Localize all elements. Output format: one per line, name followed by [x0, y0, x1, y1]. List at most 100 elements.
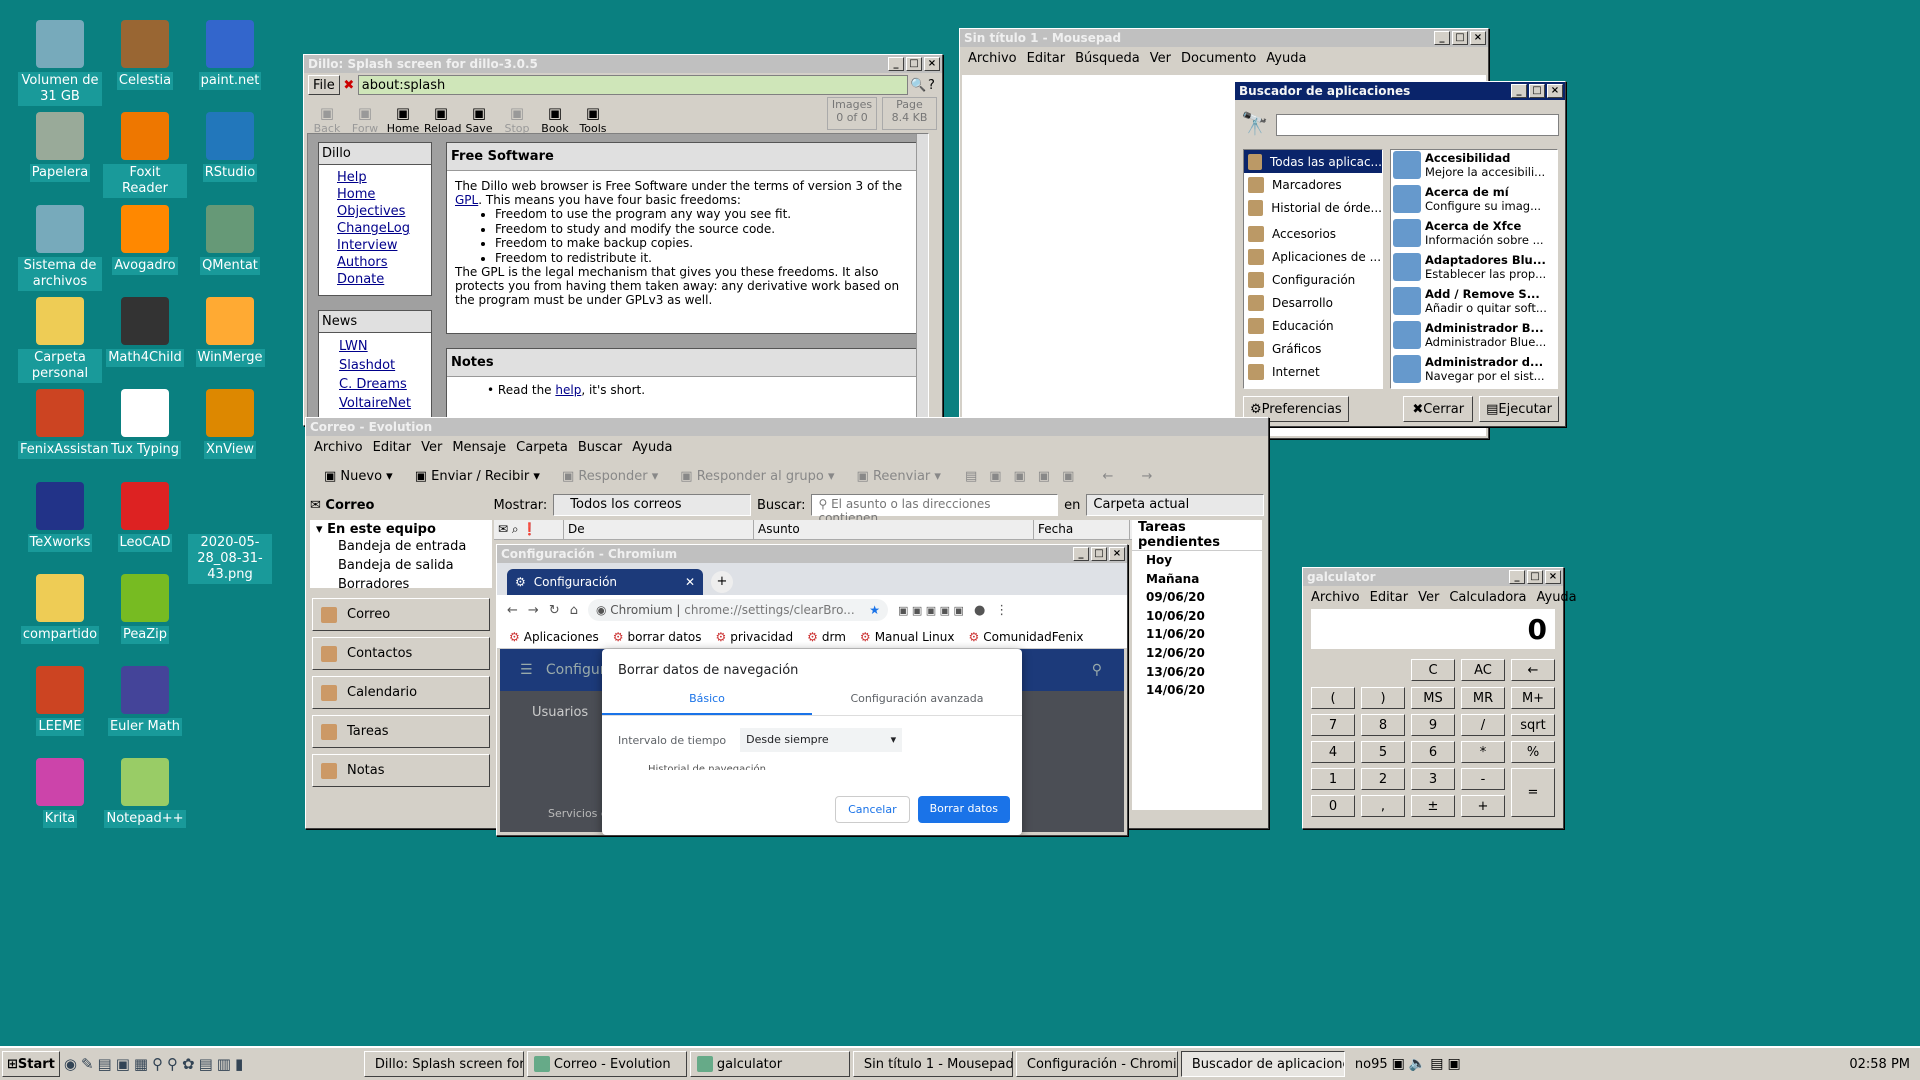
galculator-titlebar[interactable]: galculator _ □ ×	[1303, 568, 1563, 586]
task-group[interactable]: 10/06/20	[1146, 607, 1262, 626]
calc-key[interactable]: +	[1461, 795, 1505, 817]
desktop-icon[interactable]: paint.net	[188, 20, 272, 90]
minimize-button[interactable]: _	[1073, 547, 1089, 561]
desktop-icon[interactable]: Sistema de archivos	[18, 205, 102, 291]
folder-item[interactable]: Bandeja de salida	[338, 556, 486, 575]
calc-key[interactable]: 8	[1361, 714, 1405, 736]
calc-key[interactable]: *	[1461, 741, 1505, 763]
sidebar-link[interactable]: Interview	[337, 238, 397, 253]
close-finder-button[interactable]: ✖ Cerrar	[1403, 396, 1474, 422]
menu-editar[interactable]: Editar	[373, 440, 412, 455]
minimize-button[interactable]: _	[888, 57, 904, 71]
bookmark-item[interactable]: ⚙ ComunidadFenix	[968, 630, 1083, 644]
calc-key[interactable]: %	[1511, 741, 1555, 763]
category-item[interactable]: Educación	[1244, 314, 1382, 337]
toolbar-button[interactable]: ▣ Enviar / Recibir ▾	[407, 469, 548, 484]
maximize-button[interactable]: □	[1452, 31, 1468, 45]
folder-item[interactable]: Bandeja de entrada	[338, 537, 486, 556]
sidebar-link[interactable]: Authors	[337, 255, 388, 270]
toolbar-back-button[interactable]: ▣ Back	[310, 104, 344, 135]
nav-correo[interactable]: Correo	[312, 598, 490, 631]
app-item[interactable]: Administrador d... Navegar por el sist...	[1391, 354, 1557, 388]
maximize-button[interactable]: □	[1527, 570, 1543, 584]
calc-key[interactable]: 5	[1361, 741, 1405, 763]
calc-key[interactable]: 1	[1311, 768, 1355, 790]
category-item[interactable]: Todas las aplicac...	[1244, 150, 1382, 173]
clear-data-button[interactable]: Borrar datos	[917, 796, 1010, 823]
app-search-input[interactable]	[1276, 113, 1559, 136]
sidebar-link[interactable]: Donate	[337, 272, 384, 287]
tree-root[interactable]: En este equipo	[327, 522, 436, 537]
task-group[interactable]: 11/06/20	[1146, 625, 1262, 644]
bookmark-item[interactable]: ⚙ Aplicaciones	[509, 630, 599, 644]
desktop-icon[interactable]: LeoCAD	[103, 482, 187, 552]
tab-basic[interactable]: Básico	[602, 684, 812, 715]
minimize-button[interactable]: _	[1511, 84, 1527, 98]
desktop-icon[interactable]: RStudio	[188, 112, 272, 182]
history-option[interactable]: Historial de navegación	[602, 764, 1022, 770]
desktop-icon[interactable]: QMentat	[188, 205, 272, 275]
quick-launch[interactable]: ◉✎▤▣▦⚲⚲✿▤▥▮	[64, 1055, 360, 1073]
tab-configuracion[interactable]: ⚙ Configuración ✕	[507, 569, 703, 595]
category-item[interactable]: Configuración	[1244, 268, 1382, 291]
tab-advanced[interactable]: Configuración avanzada	[812, 684, 1022, 715]
dillo-titlebar[interactable]: Dillo: Splash screen for dillo-3.0.5 _ □ ×	[304, 55, 942, 73]
menu-archivo[interactable]: Archivo	[314, 440, 363, 455]
menu-ayuda[interactable]: Ayuda	[1266, 51, 1306, 66]
scope-select[interactable]: Carpeta actual	[1086, 494, 1265, 516]
menu-ayuda[interactable]: Ayuda	[1536, 590, 1576, 605]
new-tab-button[interactable]: +	[711, 571, 733, 593]
back-icon[interactable]: ←	[507, 603, 518, 618]
toolbar-home-button[interactable]: ▣ Home	[386, 104, 420, 135]
app-finder-titlebar[interactable]: Buscador de aplicaciones _ □ ×	[1235, 82, 1565, 100]
folder-item[interactable]: Borradores	[338, 575, 486, 594]
toolbar-button[interactable]: ▣ Nuevo ▾	[316, 469, 401, 484]
desktop-icon[interactable]: Krita	[18, 758, 102, 828]
task-button[interactable]: Dillo: Splash screen for ...	[363, 1051, 524, 1077]
sidebar-link[interactable]: Objectives	[337, 204, 405, 219]
start-button[interactable]: ⊞ Start	[2, 1051, 60, 1077]
category-item[interactable]: Internet	[1244, 360, 1382, 383]
calc-key[interactable]: C	[1411, 659, 1455, 681]
show-filter-select[interactable]: Todos los correos	[553, 494, 751, 516]
task-button[interactable]: Correo - Evolution	[526, 1051, 687, 1077]
desktop-icon[interactable]: FenixAssistant	[18, 389, 116, 459]
desktop-icon[interactable]: Math4Child	[103, 297, 187, 367]
desktop-icon[interactable]: LEEME	[18, 666, 102, 736]
star-icon[interactable]: ★	[869, 603, 880, 617]
toolbar-tools-button[interactable]: ▣ Tools	[576, 104, 610, 135]
app-item[interactable]: Adaptadores Blu... Establecer las prop...	[1391, 252, 1557, 286]
bookmark-item[interactable]: ⚙ borrar datos	[613, 630, 702, 644]
desktop-icon[interactable]: Euler Math	[103, 666, 187, 736]
range-select[interactable]: Desde siempre ▾	[740, 728, 903, 752]
close-tab-icon[interactable]: ✕	[685, 575, 695, 589]
file-menu[interactable]: File	[308, 75, 340, 95]
calc-key[interactable]: 0	[1311, 795, 1355, 817]
desktop-icon[interactable]: 2020-05-28_08-31-43.png	[188, 482, 272, 584]
column-header[interactable]: De	[564, 520, 754, 539]
desktop-icon[interactable]: Notepad++	[103, 758, 187, 828]
menu-mensaje[interactable]: Mensaje	[452, 440, 506, 455]
calc-key[interactable]: MR	[1461, 687, 1505, 709]
task-button[interactable]: Buscador de aplicaciones	[1180, 1051, 1345, 1077]
category-item[interactable]: Historial de órde...	[1244, 196, 1382, 219]
close-button[interactable]: ×	[924, 57, 940, 71]
close-button[interactable]: ×	[1470, 31, 1486, 45]
chromium-titlebar[interactable]: Configuración - Chromium _ □ ×	[497, 545, 1127, 563]
minimize-button[interactable]: _	[1434, 31, 1450, 45]
task-group[interactable]: 14/06/20	[1146, 681, 1262, 700]
menu-archivo[interactable]: Archivo	[968, 51, 1017, 66]
cancel-button[interactable]: Cancelar	[835, 796, 910, 823]
news-link[interactable]: Slashdot	[339, 358, 395, 373]
toolbar-button[interactable]: ▣ Reenviar ▾	[849, 469, 949, 484]
home-icon[interactable]: ⌂	[570, 603, 578, 618]
category-item[interactable]: Aplicaciones de ...	[1244, 245, 1382, 268]
desktop-icon[interactable]: Foxit Reader	[103, 112, 187, 198]
calc-key[interactable]: AC	[1461, 659, 1505, 681]
sidebar-link[interactable]: ChangeLog	[337, 221, 410, 236]
desktop-icon[interactable]: compartido	[18, 574, 102, 644]
calc-key[interactable]: 2	[1361, 768, 1405, 790]
mousepad-titlebar[interactable]: Sin título 1 - Mousepad _ □ ×	[960, 29, 1488, 47]
url-input[interactable]	[357, 75, 908, 95]
calc-key[interactable]: ±	[1411, 795, 1455, 817]
